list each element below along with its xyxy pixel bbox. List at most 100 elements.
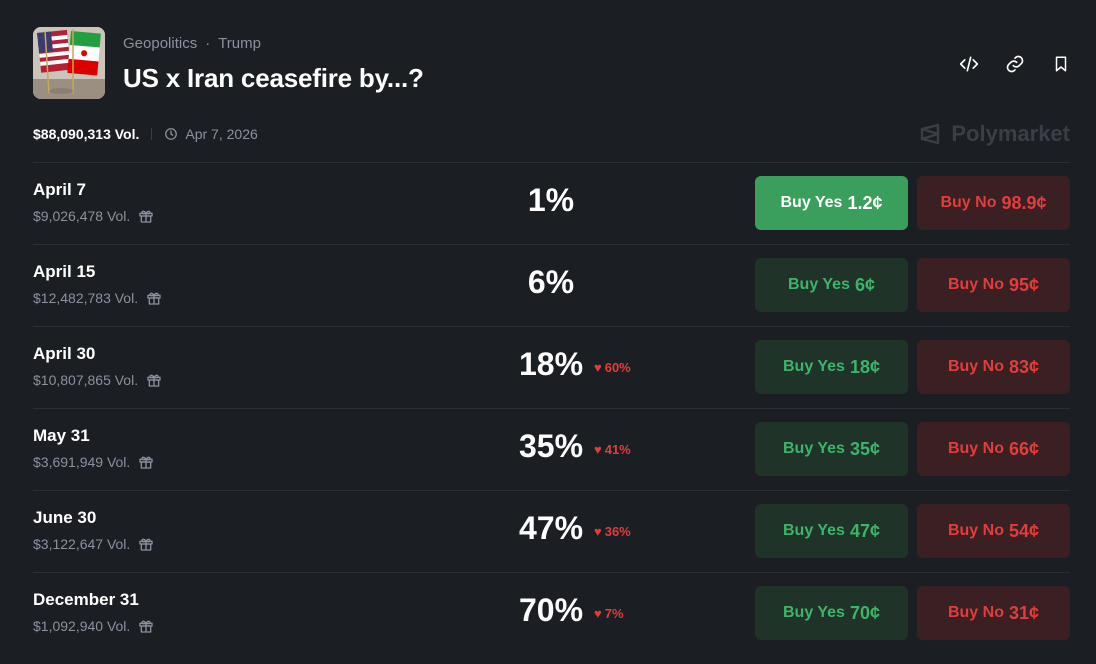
clock-icon	[165, 128, 178, 140]
outcome-list: April 7 $9,026,478 Vol. 1% Buy Yes 1.2¢ B…	[33, 162, 1070, 654]
outcome-volume-text: $1,092,940 Vol.	[33, 618, 131, 634]
yes-price: 6¢	[854, 274, 875, 295]
outcome-probability: 70%	[518, 592, 584, 628]
heart-down-icon: ♥	[594, 524, 602, 539]
outcome-row[interactable]: June 30 $3,122,647 Vol. 47% ♥ 36% Buy Yes…	[33, 490, 1070, 572]
heart-down-icon: ♥	[594, 360, 602, 375]
outcome-row[interactable]: April 7 $9,026,478 Vol. 1% Buy Yes 1.2¢ B…	[33, 162, 1070, 244]
buy-no-label: Buy No	[947, 440, 1004, 457]
buy-yes-button[interactable]: Buy Yes 6¢	[755, 258, 908, 312]
outcome-volume: $9,026,478 Vol.	[33, 208, 154, 224]
gift-icon[interactable]	[138, 454, 154, 470]
yes-price: 47¢	[849, 520, 880, 541]
link-icon	[1006, 55, 1024, 73]
probability-change: ♥ 7%	[594, 606, 624, 621]
outcome-label: May 31	[33, 426, 90, 445]
outcome-probability: 35%	[518, 428, 584, 464]
buy-no-button[interactable]: Buy No 83¢	[917, 340, 1070, 394]
outcome-probability: 47%	[518, 510, 584, 546]
market-meta: $88,090,313 Vol. Apr 7, 2026	[33, 126, 258, 142]
header-actions	[957, 52, 1073, 76]
probability-change-value: 7%	[604, 606, 624, 621]
subcategory-link[interactable]: Trump	[218, 35, 261, 52]
buy-yes-button[interactable]: Buy Yes 35¢	[755, 422, 908, 476]
buy-no-button[interactable]: Buy No 54¢	[917, 504, 1070, 558]
no-price: 66¢	[1008, 438, 1040, 459]
buy-yes-button[interactable]: Buy Yes 1.2¢	[755, 176, 908, 230]
copy-link-button[interactable]	[1003, 52, 1027, 76]
yes-price: 18¢	[849, 356, 880, 377]
yes-price: 70¢	[849, 602, 880, 623]
code-embed-icon	[959, 56, 979, 72]
gift-icon[interactable]	[146, 372, 162, 388]
end-date-text: Apr 7, 2026	[185, 126, 258, 142]
buy-yes-button[interactable]: Buy Yes 47¢	[755, 504, 908, 558]
page-title: US x Iran ceasefire by...?	[123, 63, 424, 93]
outcome-volume-text: $9,026,478 Vol.	[33, 208, 131, 224]
outcome-probability: 18%	[518, 346, 584, 382]
buy-yes-label: Buy Yes	[780, 194, 843, 211]
probability-change-value: 60%	[604, 360, 631, 375]
buy-yes-label: Buy Yes	[788, 276, 850, 293]
buy-no-button[interactable]: Buy No 98.9¢	[917, 176, 1070, 230]
outcome-volume: $3,691,949 Vol.	[33, 454, 154, 470]
gift-icon[interactable]	[138, 208, 154, 224]
no-price: 54¢	[1008, 520, 1040, 541]
outcome-label: April 7	[33, 180, 86, 199]
market-header: Geopolitics · Trump US x Iran ceasefire …	[33, 27, 1073, 99]
meta-divider	[151, 128, 153, 140]
outcome-row[interactable]: April 30 $10,807,865 Vol. 18% ♥ 60% Buy Y…	[33, 326, 1070, 408]
gift-icon[interactable]	[146, 290, 162, 306]
outcome-volume-text: $3,122,647 Vol.	[33, 536, 131, 552]
outcome-volume: $3,122,647 Vol.	[33, 536, 154, 552]
probability-change-value: 36%	[604, 524, 631, 539]
buy-yes-button[interactable]: Buy Yes 18¢	[755, 340, 908, 394]
yes-price: 35¢	[849, 438, 880, 459]
buy-no-button[interactable]: Buy No 66¢	[917, 422, 1070, 476]
no-price: 83¢	[1008, 356, 1040, 377]
total-volume: $88,090,313 Vol.	[33, 126, 140, 142]
polymarket-logo-icon	[921, 123, 940, 145]
bookmark-button[interactable]	[1049, 52, 1073, 76]
category-link[interactable]: Geopolitics	[123, 35, 197, 52]
outcome-volume: $10,807,865 Vol.	[33, 372, 162, 388]
outcome-volume-text: $10,807,865 Vol.	[33, 372, 139, 388]
outcome-label: December 31	[33, 590, 139, 609]
buy-no-button[interactable]: Buy No 31¢	[917, 586, 1070, 640]
breadcrumb-separator: ·	[205, 35, 211, 52]
gift-icon[interactable]	[138, 536, 154, 552]
buy-no-label: Buy No	[947, 522, 1004, 539]
breadcrumb: Geopolitics · Trump	[123, 35, 261, 52]
outcome-probability: 1%	[527, 182, 575, 218]
gift-icon[interactable]	[138, 618, 154, 634]
outcome-label: April 30	[33, 344, 96, 363]
no-price: 95¢	[1008, 274, 1040, 295]
end-date: Apr 7, 2026	[164, 126, 258, 142]
bookmark-icon	[1055, 56, 1067, 72]
probability-change: ♥ 60%	[594, 360, 631, 375]
heart-down-icon: ♥	[594, 442, 602, 457]
brand-name: Polymarket	[951, 121, 1070, 146]
buy-yes-button[interactable]: Buy Yes 70¢	[755, 586, 908, 640]
outcome-volume: $12,482,783 Vol.	[33, 290, 162, 306]
market-thumbnail[interactable]	[33, 27, 105, 99]
outcome-volume: $1,092,940 Vol.	[33, 618, 154, 634]
outcome-label: June 30	[33, 508, 97, 527]
probability-change-value: 41%	[604, 442, 631, 457]
outcome-label: April 15	[33, 262, 96, 281]
outcome-probability: 6%	[527, 264, 575, 300]
buy-no-label: Buy No	[940, 194, 997, 211]
embed-button[interactable]	[957, 52, 981, 76]
no-price: 31¢	[1008, 602, 1040, 623]
buy-yes-label: Buy Yes	[782, 604, 845, 621]
no-price: 98.9¢	[1001, 192, 1047, 213]
outcome-volume-text: $12,482,783 Vol.	[33, 290, 139, 306]
buy-no-label: Buy No	[947, 276, 1004, 293]
outcome-row[interactable]: December 31 $1,092,940 Vol. 70% ♥ 7% Buy …	[33, 572, 1070, 654]
buy-no-label: Buy No	[947, 358, 1004, 375]
outcome-row[interactable]: May 31 $3,691,949 Vol. 35% ♥ 41% Buy Yes 3…	[33, 408, 1070, 490]
buy-no-button[interactable]: Buy No 95¢	[917, 258, 1070, 312]
outcome-row[interactable]: April 15 $12,482,783 Vol. 6% Buy Yes 6¢ B…	[33, 244, 1070, 326]
heart-down-icon: ♥	[594, 606, 602, 621]
buy-yes-label: Buy Yes	[782, 358, 845, 375]
